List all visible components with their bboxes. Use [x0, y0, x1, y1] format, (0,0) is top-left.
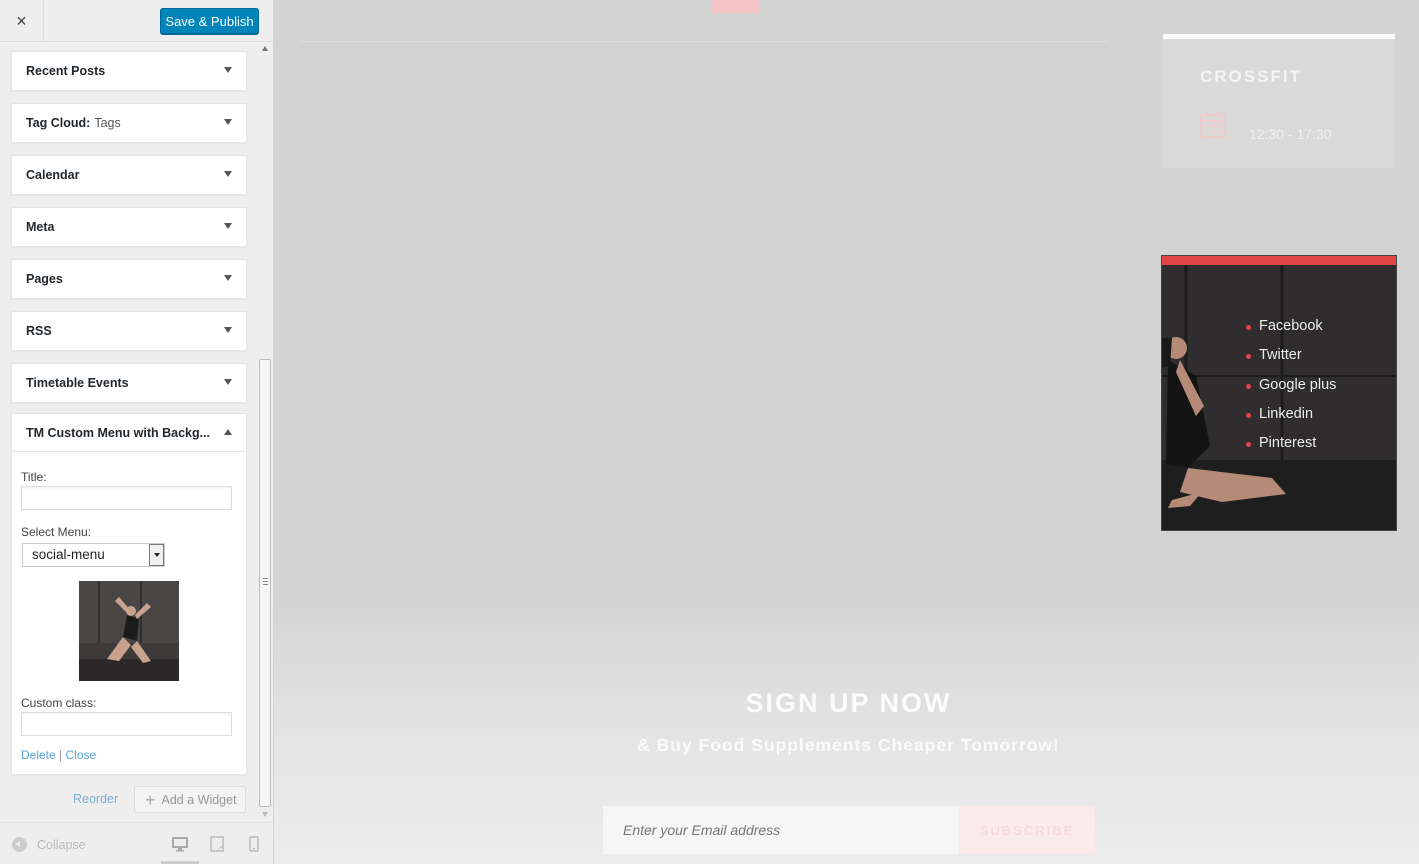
scrollbar-thumb[interactable]: [259, 359, 271, 807]
add-widget-button[interactable]: + Add a Widget: [134, 786, 246, 813]
close-icon: ×: [16, 10, 27, 31]
widget-subtitle: Tags: [94, 116, 121, 130]
custom-class-label: Custom class:: [21, 696, 97, 710]
link-separator: |: [59, 748, 63, 762]
widget-header[interactable]: Pages: [12, 260, 246, 298]
widget-meta[interactable]: Meta: [11, 207, 247, 247]
customizer-footer: Collapse: [0, 822, 273, 864]
title-field-label: Title:: [21, 470, 47, 484]
widget-actions: Delete | Close: [21, 748, 96, 762]
menu-accent-bar: [1162, 256, 1396, 265]
widget-title: Meta: [26, 220, 55, 234]
chevron-down-icon[interactable]: [224, 119, 232, 125]
event-time: 12:30 - 17:30: [1249, 126, 1332, 142]
chevron-up-icon[interactable]: [224, 429, 232, 435]
widget-header[interactable]: RSS: [12, 312, 246, 350]
dancer-photo: [79, 581, 179, 681]
signup-subheading: & Buy Food Supplements Cheaper Tomorrow!: [637, 735, 1060, 755]
close-link[interactable]: Close: [66, 748, 97, 762]
select-menu-label: Select Menu:: [21, 525, 92, 539]
widget-header[interactable]: Timetable Events: [12, 364, 246, 402]
chevron-down-icon[interactable]: [224, 223, 232, 229]
widget-calendar[interactable]: Calendar: [11, 155, 247, 195]
background-image-thumbnail[interactable]: [79, 581, 179, 681]
save-publish-button[interactable]: Save & Publish: [160, 8, 259, 34]
widget-title: Recent Posts: [26, 64, 106, 78]
grip-icon: [263, 578, 268, 585]
custom-class-input[interactable]: [21, 712, 232, 736]
widget-header[interactable]: Calendar: [12, 156, 246, 194]
customizer-header: × Save & Publish: [0, 0, 273, 42]
collapse-button[interactable]: Collapse: [12, 837, 86, 852]
close-customizer-button[interactable]: ×: [0, 0, 44, 42]
title-input[interactable]: [21, 486, 232, 510]
menu-item-pinterest[interactable]: Pinterest: [1246, 435, 1336, 464]
dropdown-arrow-icon[interactable]: [149, 544, 164, 566]
plus-icon: +: [145, 789, 156, 810]
sidebar-scrollbar[interactable]: [258, 42, 273, 822]
widget-title: Tag Cloud:: [26, 116, 91, 130]
menu-item-linkedin[interactable]: Linkedin: [1246, 406, 1336, 435]
chevron-down-icon[interactable]: [224, 379, 232, 385]
widget-timetable-events[interactable]: Timetable Events: [11, 363, 247, 403]
scroll-up-arrow-icon[interactable]: [262, 46, 268, 51]
event-title: CROSSFIT: [1200, 67, 1302, 86]
widget-title: RSS: [26, 324, 52, 338]
social-menu-list: Facebook Twitter Google plus Linkedin Pi…: [1246, 318, 1336, 464]
collapse-icon: [12, 837, 27, 852]
custom-menu-widget: Facebook Twitter Google plus Linkedin Pi…: [1161, 255, 1397, 531]
delete-link[interactable]: Delete: [21, 748, 56, 762]
widget-tag-cloud[interactable]: Tag Cloud: Tags: [11, 103, 247, 143]
menu-item-google-plus[interactable]: Google plus: [1246, 377, 1336, 406]
content-divider: [300, 41, 1108, 42]
header-accent-tab: [712, 0, 759, 13]
subscribe-button[interactable]: SUBSCRIBE: [959, 806, 1095, 854]
menu-item-facebook[interactable]: Facebook: [1246, 318, 1336, 347]
widget-title: TM Custom Menu with Backg...: [26, 425, 211, 440]
chevron-down-icon[interactable]: [224, 171, 232, 177]
select-menu-value: social-menu: [32, 547, 105, 562]
widget-pages[interactable]: Pages: [11, 259, 247, 299]
reorder-link[interactable]: Reorder: [73, 792, 118, 806]
widget-header[interactable]: TM Custom Menu with Backg...: [12, 414, 246, 452]
widget-header[interactable]: Tag Cloud: Tags: [12, 104, 246, 142]
scroll-down-arrow-icon[interactable]: [262, 812, 268, 817]
widget-header[interactable]: Meta: [12, 208, 246, 246]
chevron-down-icon[interactable]: [224, 67, 232, 73]
event-card: CROSSFIT 12:30 - 17:30: [1163, 34, 1395, 168]
select-menu-dropdown[interactable]: social-menu: [22, 543, 165, 567]
widget-header[interactable]: Recent Posts: [12, 52, 246, 90]
widget-recent-posts[interactable]: Recent Posts: [11, 51, 247, 91]
customizer-sidebar: × Save & Publish Recent Posts Tag Cloud:…: [0, 0, 273, 864]
mobile-preview-icon[interactable]: [249, 836, 259, 852]
widget-title: Calendar: [26, 168, 80, 182]
widget-title: Pages: [26, 272, 63, 286]
widget-rss[interactable]: RSS: [11, 311, 247, 351]
menu-item-twitter[interactable]: Twitter: [1246, 347, 1336, 376]
desktop-preview-icon[interactable]: [172, 836, 188, 852]
signup-heading: SIGN UP NOW: [745, 688, 952, 718]
chevron-down-icon[interactable]: [224, 327, 232, 333]
collapse-label: Collapse: [37, 837, 86, 852]
calendar-icon: [1200, 112, 1226, 138]
add-widget-label: Add a Widget: [161, 792, 237, 807]
chevron-down-icon[interactable]: [224, 275, 232, 281]
widget-title: Timetable Events: [26, 376, 129, 390]
widget-tm-custom-menu: TM Custom Menu with Backg... Title: Sele…: [11, 413, 247, 775]
tablet-preview-icon[interactable]: [210, 836, 224, 852]
email-field[interactable]: [603, 806, 959, 854]
site-preview: CROSSFIT 12:30 - 17:30 Facebook Twitter …: [274, 0, 1419, 864]
